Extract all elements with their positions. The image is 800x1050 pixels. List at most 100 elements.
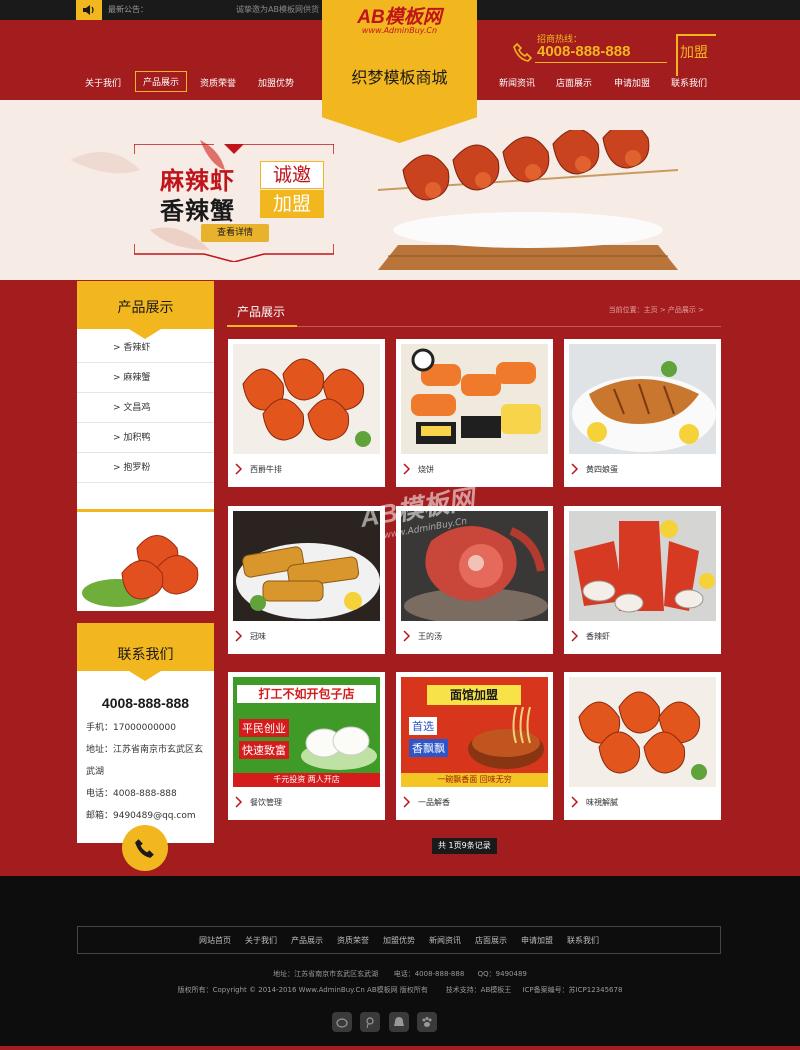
product-name: 烧饼 xyxy=(418,464,434,474)
hero-details-button[interactable]: 查看详情 xyxy=(201,224,269,242)
ad-title: 打工不如开包子店 xyxy=(237,685,376,703)
hotline-number: 4008-888-888 xyxy=(537,43,631,60)
contact-mobile: 手机：17000000000 xyxy=(86,723,176,733)
site-title: 织梦模板商城 xyxy=(351,68,448,87)
weibo-icon[interactable] xyxy=(332,1012,352,1032)
hotline-underline xyxy=(535,62,667,63)
sidebar-shrimp-image xyxy=(77,513,214,611)
product-card[interactable]: 黄四娘蛋 xyxy=(564,339,721,487)
fried-fish-photo-icon xyxy=(233,511,380,621)
contact-tel: 电话：4008-888-888 xyxy=(86,789,177,799)
nav-products[interactable]: 产品展示 xyxy=(135,71,188,92)
breadcrumb[interactable]: 当前位置：主页 > 产品展示 > xyxy=(609,305,704,315)
sidebar-products-title: 产品展示 xyxy=(117,300,174,316)
footer: 网站首页 关于我们 产品展示 资质荣誉 加盟优势 新闻资讯 店面展示 申请加盟 … xyxy=(0,876,800,1050)
sidebar-category[interactable]: > 抱罗粉 xyxy=(77,453,214,483)
footer-link[interactable]: 申请加盟 xyxy=(521,935,553,946)
footer-address: 地址：江苏省南京市玄武区玄武湖 xyxy=(273,970,379,978)
footer-copyright-line: 版权所有：Copyright © 2014-2016 Www.AdminBuy.… xyxy=(0,985,800,995)
chevron-right-icon xyxy=(402,630,411,642)
category-label: 抱罗粉 xyxy=(123,463,151,473)
chevron-right-icon xyxy=(234,796,243,808)
hero-tag-invite: 诚邀 xyxy=(260,161,324,189)
nav-contact[interactable]: 联系我们 xyxy=(671,76,707,89)
product-name: 味視解膩 xyxy=(586,797,618,807)
bun-illustration xyxy=(301,726,377,770)
ad-title: 面馆加盟 xyxy=(427,685,521,705)
product-card[interactable]: 味視解膩 xyxy=(564,672,721,820)
footer-link[interactable]: 店面展示 xyxy=(475,935,507,946)
footer-support: 技术支持：AB模板王 xyxy=(445,986,512,994)
pagination[interactable]: 共 1页9条记录 xyxy=(432,838,497,854)
header-notch xyxy=(129,329,161,339)
ad-tag: 快速致富 xyxy=(239,741,289,759)
product-card[interactable]: 香辣虾 xyxy=(564,506,721,654)
notice-text[interactable]: 诚挚邀为AB模板网供货 xyxy=(236,4,322,15)
tencent-weibo-icon[interactable] xyxy=(360,1012,380,1032)
sidebar-category[interactable]: > 加积鸭 xyxy=(77,423,214,453)
sushi-photo-icon xyxy=(401,344,548,454)
chevron-right-icon xyxy=(402,463,411,475)
product-name: 西爵牛排 xyxy=(250,464,282,474)
footer-link[interactable]: 加盟优势 xyxy=(383,935,415,946)
phone-circle-icon[interactable] xyxy=(122,825,168,871)
product-card[interactable]: 打工不如开包子店 平民创业 快速致富 千元投资 两人开店 餐饮管理 xyxy=(228,672,385,820)
category-label: 麻辣蟹 xyxy=(123,373,151,383)
ad-slogan: 千元投资 两人开店 xyxy=(233,773,380,787)
category-label: 香辣虾 xyxy=(123,343,151,353)
product-name: 香辣虾 xyxy=(586,631,610,641)
nav-advantages[interactable]: 加盟优势 xyxy=(258,76,294,89)
footer-link[interactable]: 产品展示 xyxy=(291,935,323,946)
logo-banner[interactable]: AB模板网 www.AdminBuy.Cn 织梦模板商城 xyxy=(322,0,477,143)
noodle-ad-photo-icon: 面馆加盟 首选 香飘飘 一碗飘香面 回味无穷 xyxy=(401,677,548,787)
product-card[interactable]: 面馆加盟 首选 香飘飘 一碗飘香面 回味无穷 一品解香 xyxy=(396,672,553,820)
nav-news[interactable]: 新闻资讯 xyxy=(499,76,535,89)
footer-link[interactable]: 网站首页 xyxy=(199,935,231,946)
chevron-right-icon xyxy=(570,630,579,642)
product-name: 餐饮管理 xyxy=(250,797,282,807)
hero-tag-join: 加盟 xyxy=(260,190,324,218)
nav-stores[interactable]: 店面展示 xyxy=(556,76,592,89)
contact-phone: 4008-888-888 xyxy=(101,695,190,711)
footer-link[interactable]: 联系我们 xyxy=(567,935,599,946)
footer-phone: 电话：4008-888-888 xyxy=(393,970,465,978)
logo-text: AB模板网 xyxy=(357,7,442,28)
product-card[interactable]: 西爵牛排 xyxy=(228,339,385,487)
ad-tag: 首选 xyxy=(409,717,437,735)
footer-icp[interactable]: ICP备案编号：苏ICP12345678 xyxy=(522,986,622,994)
footer-nav: 网站首页 关于我们 产品展示 资质荣誉 加盟优势 新闻资讯 店面展示 申请加盟 … xyxy=(77,926,721,954)
qq-icon[interactable] xyxy=(389,1012,409,1032)
sidebar-contact: 联系我们 4008-888-888 手机：17000000000 地址：江苏省南… xyxy=(77,623,214,871)
footer-qq: QQ：9490489 xyxy=(477,970,527,978)
seafood-platter-photo-icon xyxy=(569,511,716,621)
baidu-paw-icon[interactable] xyxy=(417,1012,437,1032)
sidebar-contact-header: 联系我们 xyxy=(77,623,214,681)
footer-link[interactable]: 资质荣誉 xyxy=(337,935,369,946)
header-notch xyxy=(129,671,161,681)
sidebar-category[interactable]: > 麻辣蟹 xyxy=(77,363,214,393)
notice-label: 最新公告： xyxy=(108,5,148,14)
footer-link[interactable]: 新闻资讯 xyxy=(429,935,461,946)
product-card[interactable]: 冠味 xyxy=(228,506,385,654)
nav-honors[interactable]: 资质荣誉 xyxy=(200,76,236,89)
divider xyxy=(77,509,214,512)
sidebar-products-header: 产品展示 xyxy=(77,281,214,339)
chevron-right-icon xyxy=(234,630,243,642)
sidebar-contact-title: 联系我们 xyxy=(117,647,174,663)
bun-ad-photo-icon: 打工不如开包子店 平民创业 快速致富 千元投资 两人开店 xyxy=(233,677,380,787)
product-name: 一品解香 xyxy=(418,797,450,807)
contact-address-cont: 武湖 xyxy=(86,767,105,777)
phone-icon xyxy=(513,42,533,62)
chevron-right-icon xyxy=(234,463,243,475)
footer-contact-line: 地址：江苏省南京市玄武区玄武湖 电话：4008-888-888 QQ：94904… xyxy=(0,969,800,979)
footer-link[interactable]: 关于我们 xyxy=(245,935,277,946)
product-card[interactable]: 王的汤 xyxy=(396,506,553,654)
ad-slogan: 一碗飘香面 回味无穷 xyxy=(401,773,548,787)
product-card[interactable]: 烧饼 xyxy=(396,339,553,487)
contact-email: 邮箱：9490489@qq.com xyxy=(86,811,196,821)
contact-address: 地址：江苏省南京市玄武区玄 xyxy=(86,745,204,755)
sidebar-category[interactable]: > 文昌鸡 xyxy=(77,393,214,423)
nav-apply[interactable]: 申请加盟 xyxy=(614,76,650,89)
join-badge[interactable]: 加盟 xyxy=(676,34,716,76)
nav-about[interactable]: 关于我们 xyxy=(85,76,121,89)
